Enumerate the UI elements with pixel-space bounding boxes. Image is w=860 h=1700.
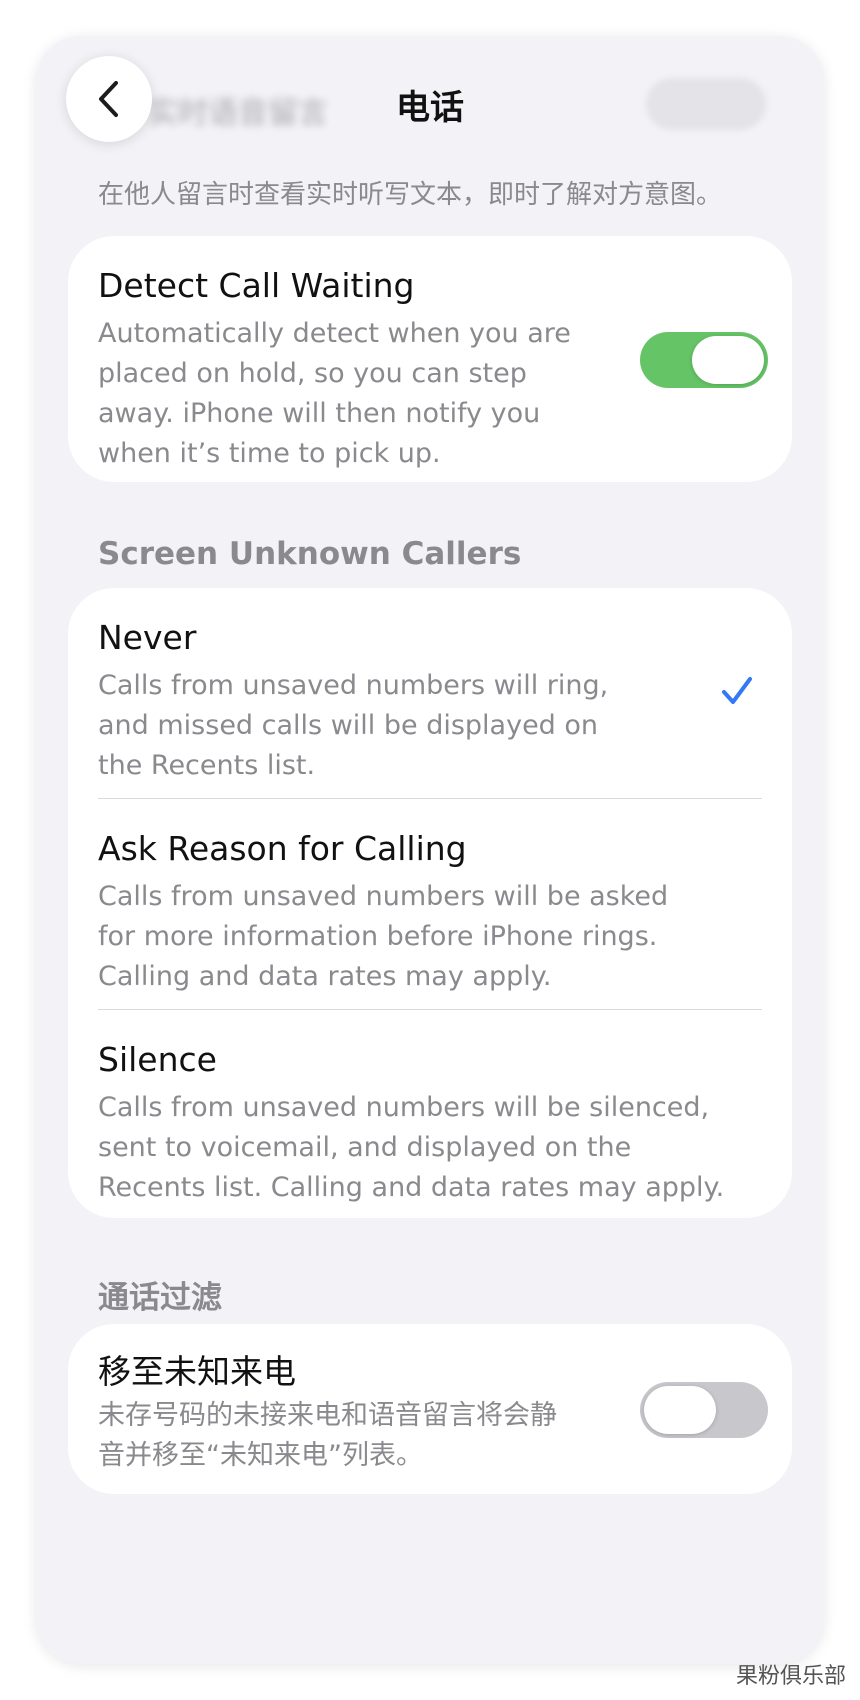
option-description: Calls from unsaved numbers will ring, an… <box>98 670 609 781</box>
screen-unknown-callers-header: Screen Unknown Callers <box>98 536 522 572</box>
detect-call-waiting-card: Detect Call Waiting Automatically detect… <box>68 236 792 482</box>
option-ask-reason[interactable]: Ask Reason for Calling Calls from unsave… <box>68 799 792 1009</box>
option-silence[interactable]: Silence Calls from unsaved numbers will … <box>68 1010 792 1218</box>
detect-call-waiting-title: Detect Call Waiting <box>98 266 415 305</box>
navigation-bar: 实时语音留言 电话 <box>36 36 824 166</box>
toggle-knob <box>692 336 764 384</box>
call-filtering-card: 移至未知来电 未存号码的未接来电和语音留言将会静音并移至“未知来电”列表。 <box>68 1324 792 1494</box>
option-title: Silence <box>98 1040 217 1079</box>
watermark: 果粉俱乐部 <box>735 1664 846 1689</box>
checkmark-icon <box>722 677 752 704</box>
screen-unknown-callers-card: Never Calls from unsaved numbers will ri… <box>68 588 792 1218</box>
settings-screen: 实时语音留言 电话 在他人留言时查看实时听写文本，即时了解对方意图。 Detec… <box>36 36 824 1664</box>
move-to-unknown-toggle[interactable] <box>640 1382 768 1438</box>
call-filtering-header: 通话过滤 <box>98 1280 222 1316</box>
option-title: Ask Reason for Calling <box>98 829 467 868</box>
option-title: Never <box>98 618 197 657</box>
option-description: Calls from unsaved numbers will be silen… <box>98 1092 725 1203</box>
option-description: Calls from unsaved numbers will be asked… <box>98 881 669 992</box>
detect-call-waiting-description: Automatically detect when you are placed… <box>98 318 571 469</box>
toggle-knob <box>644 1386 716 1434</box>
option-never[interactable]: Never Calls from unsaved numbers will ri… <box>68 588 792 798</box>
detect-call-waiting-toggle[interactable] <box>640 332 768 388</box>
page-title: 电话 <box>396 88 464 128</box>
move-to-unknown-description: 未存号码的未接来电和语音留言将会静音并移至“未知来电”列表。 <box>98 1400 557 1471</box>
voicemail-footnote: 在他人留言时查看实时听写文本，即时了解对方意图。 <box>98 180 723 210</box>
